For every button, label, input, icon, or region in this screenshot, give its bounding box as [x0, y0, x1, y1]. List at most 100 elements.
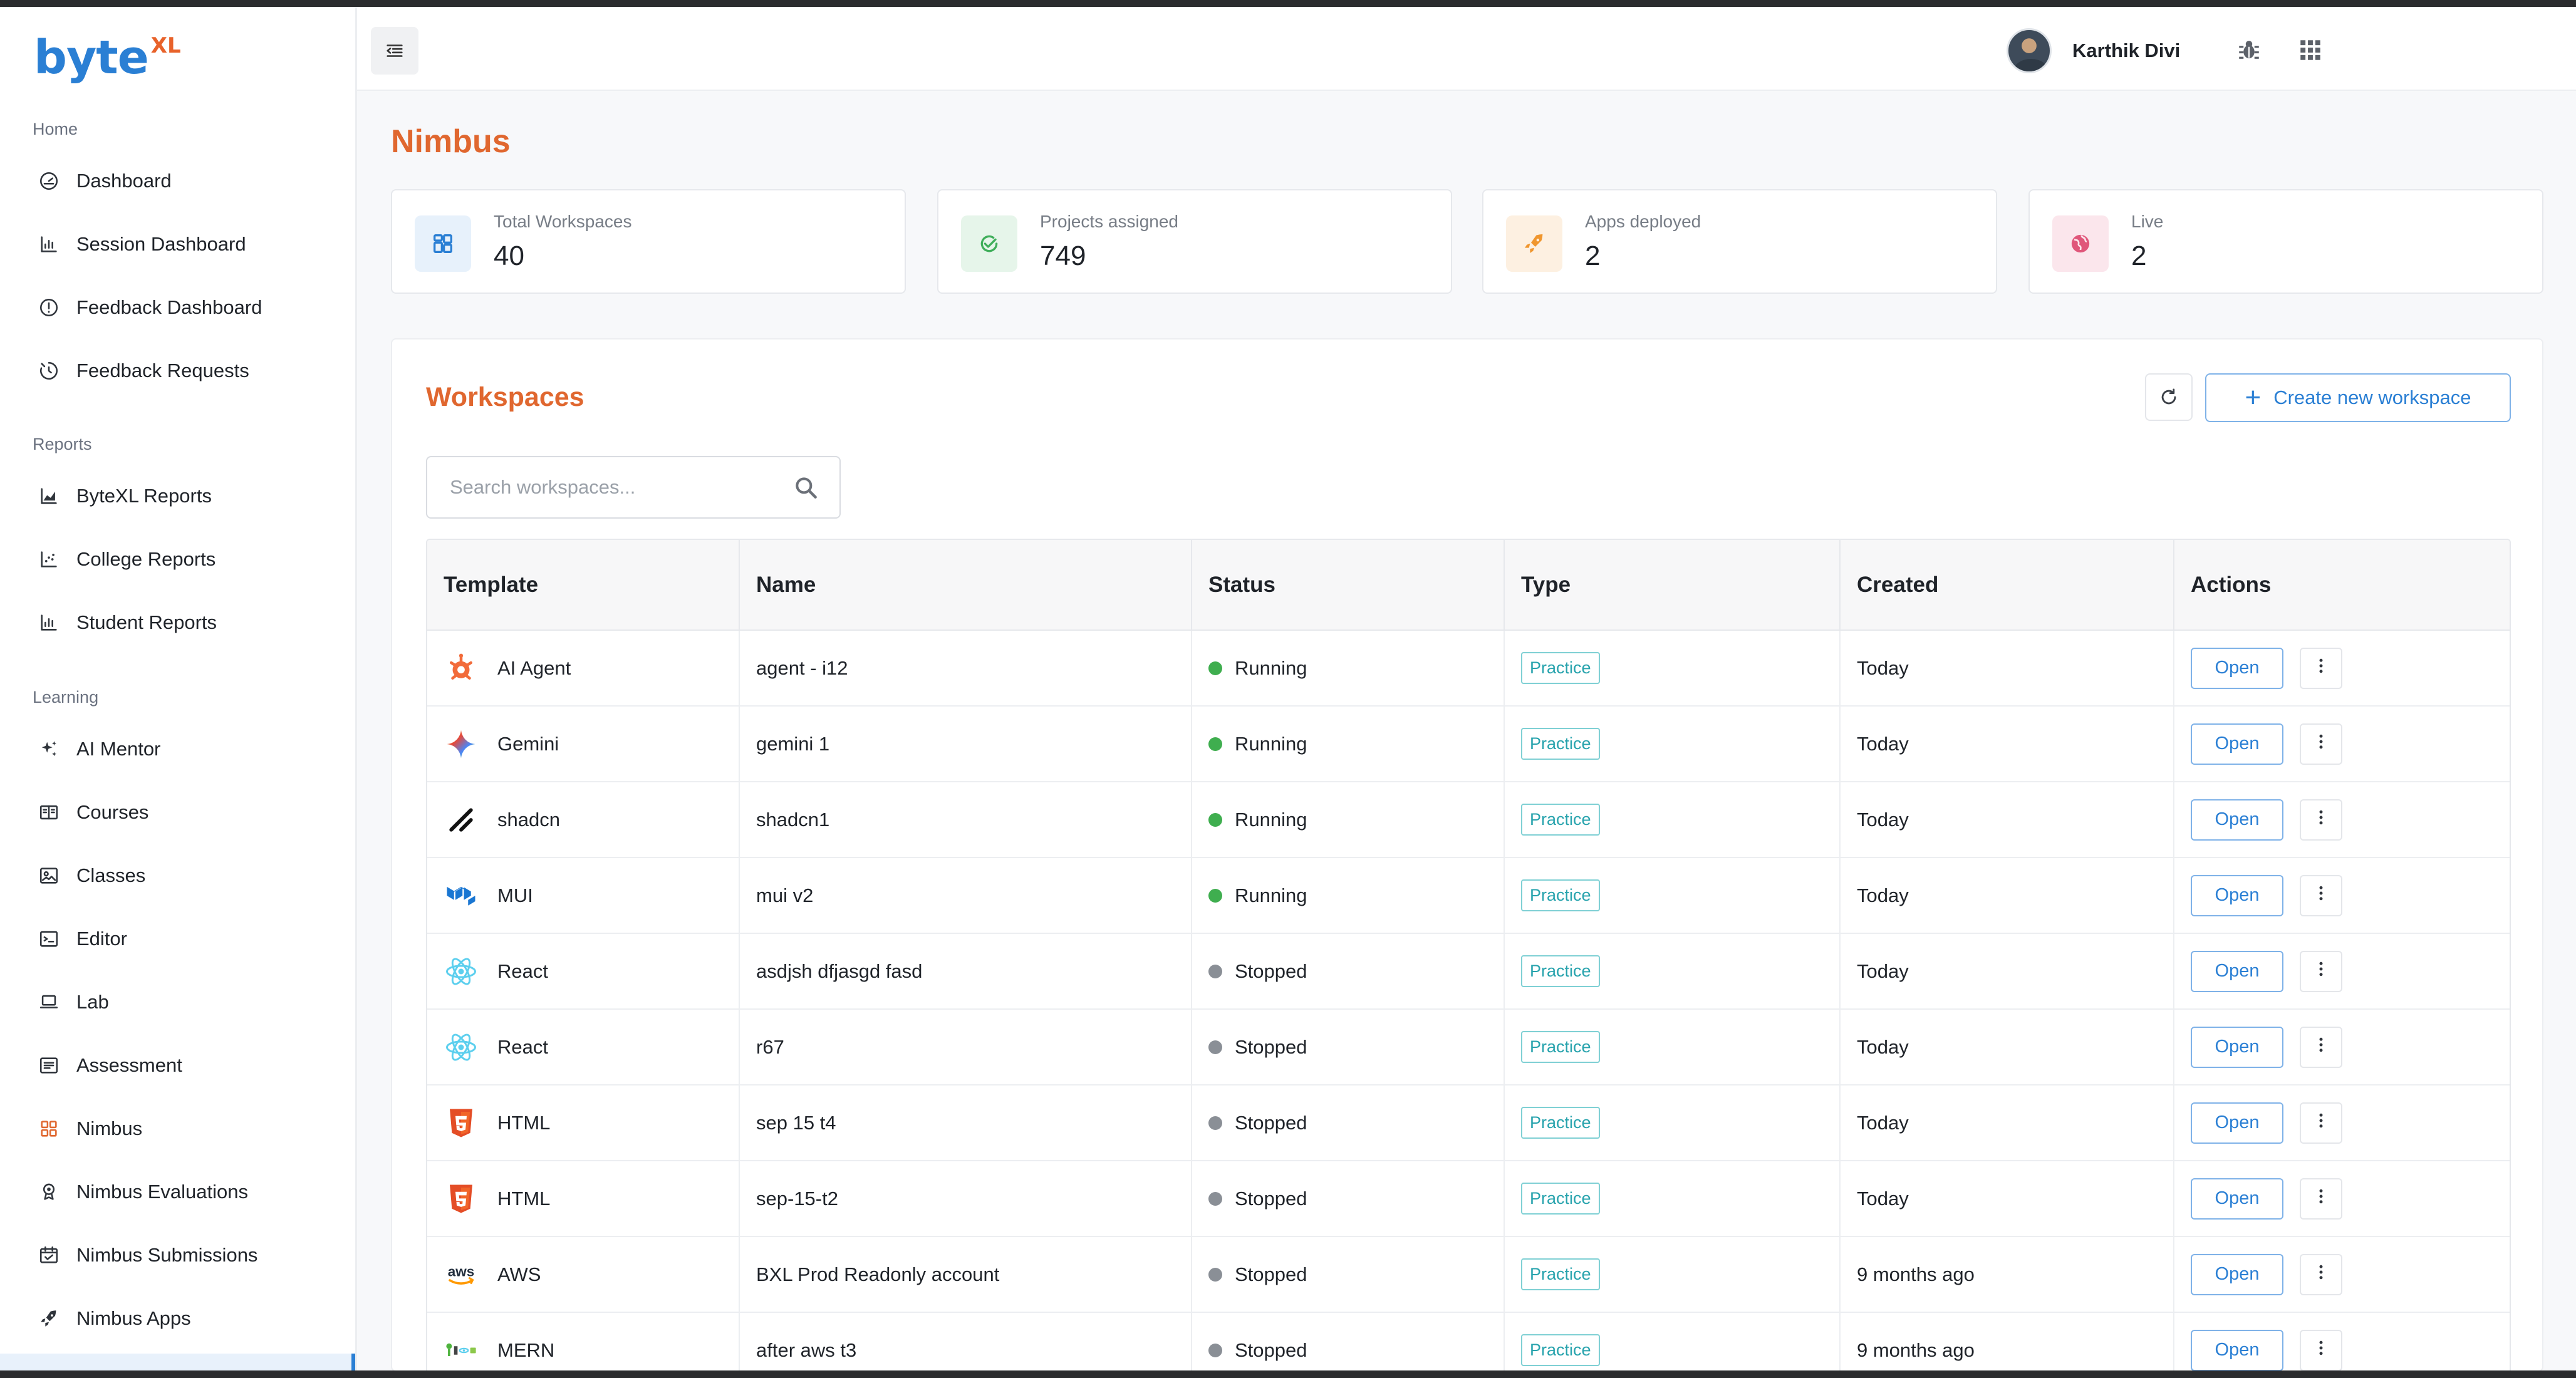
search-input[interactable] — [427, 457, 778, 517]
create-workspace-label: Create new workspace — [2273, 386, 2471, 408]
sidebar-item-label: Nimbus — [76, 1117, 143, 1139]
sparkles-icon — [38, 738, 60, 760]
open-button[interactable]: Open — [2191, 874, 2283, 916]
more-options-button[interactable] — [2300, 950, 2342, 992]
sidebar-item-feedback-dashboard[interactable]: Feedback Dashboard — [0, 279, 355, 336]
sidebar-toggle-button[interactable] — [371, 27, 418, 75]
more-options-button[interactable] — [2300, 1102, 2342, 1144]
more-options-button[interactable] — [2300, 799, 2342, 841]
sidebar-item-nimbus[interactable]: Nimbus — [0, 1101, 355, 1157]
more-options-button[interactable] — [2300, 1178, 2342, 1220]
stat-card-projects-assigned: Projects assigned 749 — [937, 189, 1452, 294]
open-button[interactable]: Open — [2191, 1178, 2283, 1220]
table-row[interactable]: React asdjsh dfjasgd fasd Stopped Practi… — [427, 933, 2510, 1010]
avatar[interactable] — [2007, 28, 2052, 73]
calendar-check-icon — [38, 1244, 60, 1267]
table-row[interactable]: Gemini gemini 1 Running Practice Today O… — [427, 706, 2510, 782]
template-name: HTML — [497, 1187, 551, 1210]
more-options-button[interactable] — [2300, 1253, 2342, 1295]
open-button[interactable]: Open — [2191, 723, 2283, 765]
status-dot — [1208, 888, 1222, 903]
more-options-button[interactable] — [2300, 647, 2342, 689]
table-row[interactable]: HTML sep 15 t4 Stopped Practice Today Op… — [427, 1085, 2510, 1161]
sidebar-item-lab[interactable]: Lab — [0, 974, 355, 1030]
cell-status: Stopped — [1192, 1236, 1505, 1313]
sidebar-item-bytexl-reports[interactable]: ByteXL Reports — [0, 468, 355, 524]
gemini-icon — [444, 727, 479, 762]
cell-name: gemini 1 — [739, 706, 1192, 782]
cell-name: after aws t3 — [739, 1312, 1192, 1377]
sidebar-item-label: Nimbus Submissions — [76, 1244, 258, 1266]
refresh-button[interactable] — [2145, 373, 2193, 421]
table-row[interactable]: AI Agent agent - i12 Running Practice To… — [427, 630, 2510, 707]
open-button[interactable]: Open — [2191, 1253, 2283, 1295]
brand-logo[interactable]: byte XL — [34, 29, 181, 86]
cell-name: sep-15-t2 — [739, 1161, 1192, 1237]
search-button[interactable] — [791, 472, 822, 504]
more-options-button[interactable] — [2300, 723, 2342, 765]
cell-template: Gemini — [427, 706, 740, 782]
open-button[interactable]: Open — [2191, 1102, 2283, 1144]
refresh-icon — [2161, 388, 2176, 405]
kebab-icon — [2312, 1339, 2330, 1362]
cell-status: Running — [1192, 706, 1505, 782]
table-row[interactable]: MUI mui v2 Running Practice Today Open — [427, 857, 2510, 934]
open-button[interactable]: Open — [2191, 647, 2283, 689]
status-dot — [1208, 1116, 1222, 1130]
apps-grid-icon[interactable] — [2296, 36, 2325, 65]
sidebar-item-session-dashboard[interactable]: Session Dashboard — [0, 216, 355, 272]
workspaces-icon — [415, 215, 471, 272]
list-box-icon — [38, 1054, 60, 1077]
column-header-type: Type — [1504, 540, 1841, 631]
more-options-button[interactable] — [2300, 874, 2342, 916]
cell-name: r67 — [739, 1009, 1192, 1085]
sidebar-item-nimbus-apps[interactable]: Nimbus Apps — [0, 1290, 355, 1347]
sidebar-item-editor[interactable]: Editor — [0, 911, 355, 967]
sidebar-item-ai-mentor[interactable]: AI Mentor — [0, 721, 355, 777]
sidebar-item-nimbus-submissions[interactable]: Nimbus Submissions — [0, 1227, 355, 1283]
cell-type: Practice — [1504, 706, 1841, 782]
sidebar-item-classes[interactable]: Classes — [0, 847, 355, 904]
user-name[interactable]: Karthik Divi — [2072, 39, 2180, 62]
open-button[interactable]: Open — [2191, 950, 2283, 992]
table-row[interactable]: HTML sep-15-t2 Stopped Practice Today Op… — [427, 1161, 2510, 1237]
create-workspace-button[interactable]: + Create new workspace — [2205, 373, 2511, 422]
svg-text:aws: aws — [448, 1263, 475, 1279]
cell-name: asdjsh dfjasgd fasd — [739, 933, 1192, 1010]
sidebar-item-dashboard[interactable]: Dashboard — [0, 153, 355, 209]
cell-template: shadcn — [427, 782, 740, 858]
cell-created: Today — [1840, 782, 2174, 858]
open-button[interactable]: Open — [2191, 1026, 2283, 1068]
cell-actions: Open — [2174, 1085, 2510, 1161]
sidebar-item-assessment[interactable]: Assessment — [0, 1037, 355, 1094]
column-header-name: Name — [739, 540, 1192, 631]
kebab-icon — [2312, 960, 2330, 983]
sidebar-item-courses[interactable]: Courses — [0, 784, 355, 841]
cell-created: Today — [1840, 1161, 2174, 1237]
cell-status: Stopped — [1192, 933, 1505, 1010]
sidebar-item-partial[interactable] — [0, 1354, 355, 1370]
table-row[interactable]: shadcn shadcn1 Running Practice Today Op… — [427, 782, 2510, 858]
template-name: AWS — [497, 1263, 541, 1285]
table-row[interactable]: MERN after aws t3 Stopped Practice 9 mon… — [427, 1312, 2510, 1377]
stat-label: Projects assigned — [1040, 212, 1179, 231]
table-row[interactable]: aws AWS BXL Prod Readonly account Stoppe… — [427, 1236, 2510, 1313]
bug-icon[interactable] — [2235, 36, 2263, 65]
sidebar-item-college-reports[interactable]: College Reports — [0, 531, 355, 588]
status-dot — [1208, 964, 1222, 978]
type-badge: Practice — [1521, 1258, 1600, 1290]
type-badge: Practice — [1521, 1183, 1600, 1215]
more-options-button[interactable] — [2300, 1329, 2342, 1371]
sidebar-item-label: Feedback Requests — [76, 360, 249, 381]
table-row[interactable]: React r67 Stopped Practice Today Open — [427, 1009, 2510, 1085]
open-button[interactable]: Open — [2191, 799, 2283, 841]
cell-actions: Open — [2174, 630, 2510, 707]
status-text: Running — [1235, 732, 1307, 755]
open-button[interactable]: Open — [2191, 1329, 2283, 1371]
more-options-button[interactable] — [2300, 1026, 2342, 1068]
sidebar-item-feedback-requests[interactable]: Feedback Requests — [0, 343, 355, 399]
sidebar-item-student-reports[interactable]: Student Reports — [0, 594, 355, 651]
type-badge: Practice — [1521, 1031, 1600, 1063]
sidebar-item-nimbus-evaluations[interactable]: Nimbus Evaluations — [0, 1164, 355, 1220]
cell-type: Practice — [1504, 1085, 1841, 1161]
